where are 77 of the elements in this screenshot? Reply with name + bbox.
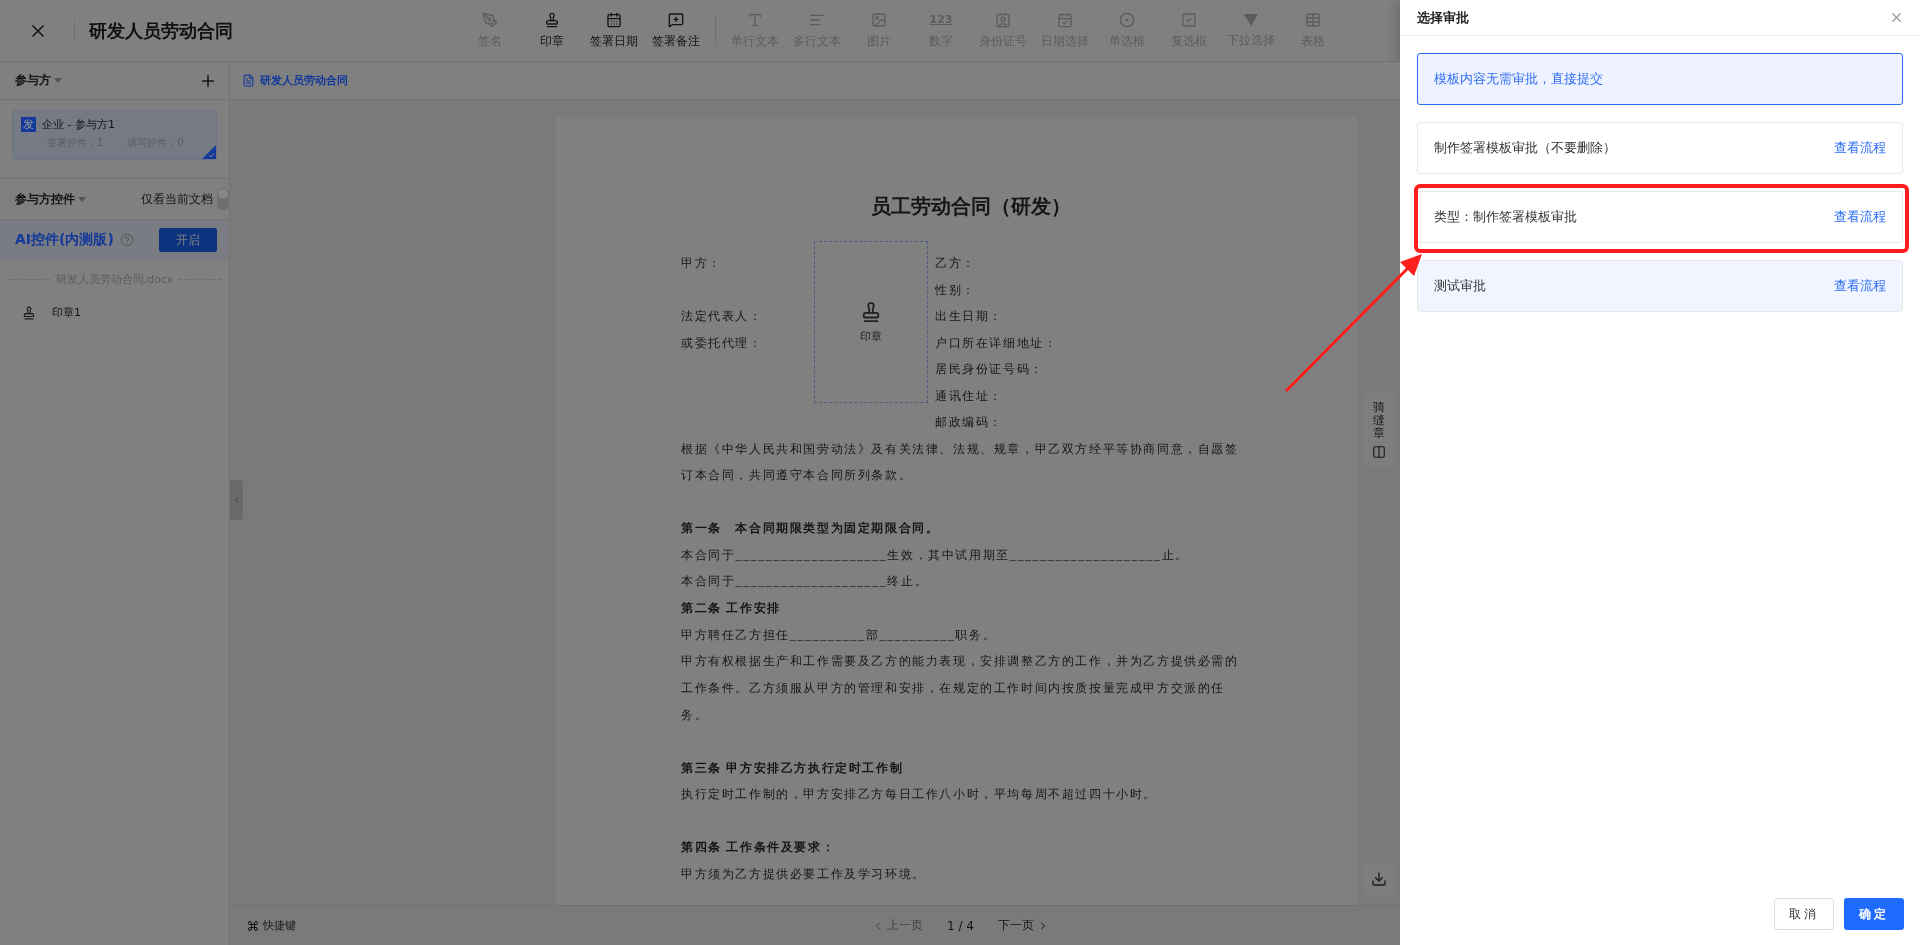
- confirm-button[interactable]: 确定: [1844, 898, 1904, 930]
- tool-icon: [606, 11, 622, 28]
- shortcut-button[interactable]: 快捷键: [247, 918, 296, 933]
- ai-label: AI控件(内测版): [15, 231, 114, 249]
- document-title: 研发人员劳动合同: [89, 18, 234, 43]
- contract-paragraph: 甲方须为乙方提供必要工作及学习环境。: [681, 865, 927, 883]
- file-icon: [242, 74, 255, 87]
- party-field-label: 或委托代理：: [681, 334, 763, 352]
- tool-icon: [995, 11, 1011, 28]
- clause-heading: 第一条 本合同期限类型为固定期限合同。: [681, 519, 941, 537]
- contract-title: 员工劳动合同（研发）: [869, 193, 1072, 220]
- caret-icon: [54, 78, 62, 83]
- approval-option[interactable]: 制作签署模板审批（不要删除） 查看流程: [1417, 122, 1903, 174]
- section-title[interactable]: 参与方控件: [15, 190, 86, 208]
- contract-paragraph: 甲方聘任乙方担任__________部__________职务。: [681, 626, 998, 644]
- party-field-label: 法定代表人：: [681, 308, 763, 325]
- clause-heading: 第二条 工作安排: [681, 600, 782, 617]
- tool-icon: [1181, 11, 1197, 28]
- view-flow-link[interactable]: 查看流程: [1834, 277, 1886, 295]
- stamp-label: 印章: [860, 328, 882, 344]
- toolbar-button[interactable]: 印章: [521, 2, 583, 59]
- tool-icon: [668, 11, 684, 28]
- collapse-handle[interactable]: [230, 480, 243, 520]
- contract-paragraph: 执行定时工作制的，甲方安排乙方每日工作八小时，平均每周不超过四十小时。: [681, 786, 1158, 804]
- toolbar-button[interactable]: 签署备注: [645, 2, 707, 59]
- party-field-label: 甲方：: [681, 255, 722, 272]
- tool-icon: [482, 11, 498, 28]
- party-field-label: 居民身份证号码：: [935, 361, 1044, 378]
- close-icon: [1889, 10, 1904, 25]
- party-field-label: 乙方：: [935, 255, 976, 272]
- party-field-label: 出生日期：: [935, 308, 1003, 325]
- control-item[interactable]: 印章1: [52, 305, 81, 320]
- view-flow-link[interactable]: 查看流程: [1834, 208, 1886, 226]
- tool-icon: [747, 11, 763, 28]
- party-field-label: 户口所在详细地址：: [935, 334, 1058, 352]
- view-flow-link[interactable]: 查看流程: [1834, 139, 1886, 157]
- party-field-label: 性别：: [935, 281, 976, 299]
- contract-paragraph: 甲方有权根据生产和工作需要及乙方的能力表现，安排调整乙方的工作，并为乙方提供必需的工作条件。乙方须服从甲方的管理和安排，在规定的工作时间内按质按量完成甲方交派的任务。: [681, 653, 1240, 724]
- section-title[interactable]: 参与方: [15, 72, 62, 89]
- tool-icon: [1057, 11, 1073, 28]
- contract-paragraph: 本合同于____________________终止。: [681, 573, 930, 591]
- approval-option[interactable]: 类型：制作签署模板审批 查看流程: [1417, 191, 1903, 243]
- clause-heading: 第四条 工作条件及要求：: [681, 838, 837, 856]
- approval-option[interactable]: 测试审批 查看流程: [1417, 260, 1903, 312]
- stamp-field[interactable]: 印章: [814, 241, 928, 403]
- toolbar-button[interactable]: 签署日期: [583, 2, 645, 59]
- seal-tool-button[interactable]: 骑缝章: [1362, 393, 1395, 467]
- contract-paragraph: 根据《中华人民共和国劳动法》及有关法律、法规、规章，甲乙双方经平等协商同意，自愿签订本合同，共同遵守本合同所列条款。: [681, 440, 1240, 485]
- stamp-icon: [860, 300, 882, 323]
- tool-icon: [1305, 11, 1321, 28]
- drawer-title: 选择审批: [1417, 8, 1469, 27]
- caret-icon: [78, 196, 86, 202]
- participant-name: 企业 - 参与方1: [42, 117, 115, 132]
- document-tab[interactable]: 研发人员劳动合同: [242, 73, 348, 88]
- close-button[interactable]: [1889, 10, 1904, 25]
- download-button[interactable]: [1362, 863, 1395, 895]
- tool-icon: [544, 11, 560, 28]
- participant-badge: 发: [21, 117, 36, 132]
- tool-icon: [871, 11, 887, 28]
- toggle-label: 仅看当前文档: [141, 190, 213, 208]
- page-number: 1 / 4: [947, 918, 974, 933]
- party-field-label: 通讯住址：: [935, 387, 1003, 405]
- download-icon: [1370, 871, 1387, 887]
- clause-heading: 第三条 甲方安排乙方执行定时工作制: [681, 759, 905, 777]
- cancel-button[interactable]: 取消: [1774, 898, 1834, 930]
- triangle-icon: [1243, 12, 1259, 27]
- contract-paragraph: 本合同于____________________生效，其中试用期至____________________止。: [681, 546, 1190, 564]
- toggle-switch[interactable]: [217, 188, 229, 210]
- command-key-icon: [247, 919, 259, 932]
- approval-option[interactable]: 模板内容无需审批，直接提交: [1417, 53, 1903, 105]
- next-page-button[interactable]: 下一页: [997, 917, 1049, 934]
- tool-icon: [1119, 11, 1135, 28]
- party-field-label: 邮政编码：: [935, 414, 1003, 431]
- enable-button[interactable]: 开启: [159, 228, 217, 252]
- help-icon[interactable]: [119, 233, 134, 247]
- check-corner-icon: [202, 145, 216, 159]
- stamp-icon: [22, 305, 36, 320]
